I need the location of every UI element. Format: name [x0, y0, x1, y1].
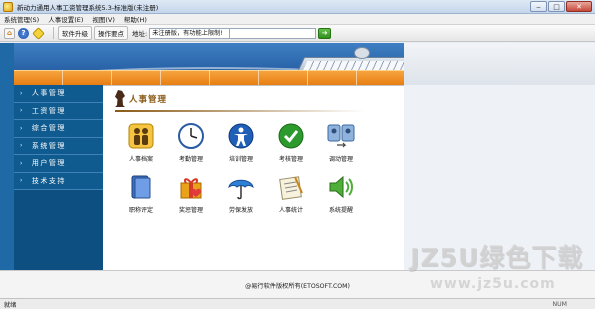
home-icon[interactable]: ⌂ — [4, 27, 15, 39]
address-input[interactable]: 未注册版，有功能上限制! — [149, 27, 231, 39]
sidebar-item-label: 系统管理 — [31, 141, 66, 150]
sidebar-item-label: 用户管理 — [31, 159, 66, 168]
main-content: 人事管理 人事档案 考勤管理 培训管理 考核管理 调动管理 职称评定 奖惩管理 … — [103, 85, 404, 270]
module-label: 人事档案 — [128, 156, 153, 163]
content-header: 人事管理 — [109, 90, 399, 112]
sidebar-item-users[interactable]: › 用户管理 — [14, 155, 103, 173]
sidebar-item-label: 人事管理 — [31, 89, 66, 98]
transfer-icon — [327, 122, 355, 150]
chevron-right-icon: › — [20, 107, 24, 115]
sidebar: › 人事管理 › 工资管理 › 综合管理 › 系统管理 › 用户管理 › 技术支持 — [14, 85, 103, 270]
menu-view[interactable]: 视图(V) — [92, 14, 115, 24]
module-label: 奖惩管理 — [178, 207, 203, 214]
person-circle-icon — [227, 122, 255, 150]
mouse-graphic — [354, 47, 370, 59]
module-statistics[interactable]: 人事统计 — [266, 173, 316, 223]
chevron-right-icon: › — [20, 177, 24, 185]
module-label: 考核管理 — [278, 156, 303, 163]
sidebar-empty-area — [14, 190, 103, 270]
menu-help[interactable]: 帮助(H) — [124, 14, 147, 24]
chevron-right-icon: › — [20, 124, 24, 132]
address-input-extension[interactable] — [230, 27, 317, 39]
menu-system[interactable]: 系统管理(S) — [4, 14, 39, 24]
module-title-evaluation[interactable]: 职称评定 — [116, 173, 166, 223]
module-rewards[interactable]: 奖惩管理 — [166, 173, 216, 223]
module-label: 系统提醒 — [328, 207, 353, 214]
window-controls: ‒ □ ✕ — [530, 1, 592, 12]
module-assessment[interactable]: 考核管理 — [266, 122, 316, 172]
title-underline — [115, 110, 365, 112]
go-arrow-icon[interactable]: ➔ — [318, 27, 332, 39]
chess-knight-icon — [115, 90, 125, 107]
people-icon — [127, 122, 155, 150]
chevron-right-icon: › — [20, 89, 24, 97]
module-labor-protection[interactable]: 劳保发放 — [216, 173, 266, 223]
sidebar-item-payroll[interactable]: › 工资管理 — [14, 103, 103, 120]
sidebar-item-label: 综合管理 — [31, 124, 66, 133]
close-button[interactable]: ✕ — [566, 1, 592, 12]
watermark-url: www.jz5u.com — [430, 276, 556, 292]
chevron-right-icon: › — [20, 159, 24, 167]
gift-heart-icon — [177, 173, 205, 201]
book-icon — [127, 173, 155, 201]
module-label: 调动管理 — [328, 156, 353, 163]
sidebar-item-label: 工资管理 — [31, 106, 66, 115]
window-title: 新动力通用人事工资管理系统5.3-标准版(未注册) — [17, 3, 159, 12]
upgrade-button[interactable]: 软件升级 — [58, 26, 92, 40]
module-label: 劳保发放 — [228, 207, 253, 214]
module-system-reminder[interactable]: 系统提醒 — [316, 173, 366, 223]
module-attendance[interactable]: 考勤管理 — [166, 122, 216, 172]
app-icon — [3, 1, 13, 12]
sidebar-item-system[interactable]: › 系统管理 — [14, 138, 103, 155]
toolbar-separator — [53, 27, 54, 39]
module-label: 职称评定 — [128, 207, 153, 214]
title-bar: 新动力通用人事工资管理系统5.3-标准版(未注册) ‒ □ ✕ — [0, 0, 595, 14]
status-text: 就绪 — [4, 301, 17, 309]
module-label: 考勤管理 — [178, 156, 203, 163]
header-banner — [14, 43, 404, 85]
maximize-button[interactable]: □ — [548, 1, 565, 12]
module-transfer[interactable]: 调动管理 — [316, 122, 366, 172]
left-frame-strip — [0, 43, 14, 270]
notepad-icon — [277, 173, 305, 201]
sidebar-item-support[interactable]: › 技术支持 — [14, 173, 103, 190]
status-bar: 就绪 NUM — [0, 298, 595, 309]
tips-button[interactable]: 操作要点 — [94, 26, 128, 40]
chevron-right-icon: › — [20, 142, 24, 150]
minimize-button[interactable]: ‒ — [530, 1, 547, 12]
toolbar: ⌂ ? 软件升级 操作要点 地址: 未注册版，有功能上限制! ➔ — [0, 25, 595, 42]
module-label: 培训管理 — [228, 156, 253, 163]
menu-bar: 系统管理(S) 人事设置(E) 视图(V) 帮助(H) — [0, 14, 595, 25]
sidebar-item-hr[interactable]: › 人事管理 — [14, 85, 103, 103]
address-label: 地址: — [132, 30, 148, 38]
num-lock-indicator: NUM — [552, 300, 568, 308]
checkmark-icon — [277, 122, 305, 150]
watermark-logo: JZ5U绿色下载 — [410, 243, 584, 272]
sidebar-item-label: 技术支持 — [31, 176, 66, 185]
module-training[interactable]: 培训管理 — [216, 122, 266, 172]
module-personnel-files[interactable]: 人事档案 — [116, 122, 166, 172]
page-title: 人事管理 — [129, 95, 168, 105]
help-icon[interactable]: ? — [18, 27, 29, 39]
module-label: 人事统计 — [278, 207, 303, 214]
umbrella-icon — [227, 173, 255, 201]
exit-icon[interactable] — [32, 26, 45, 40]
sidebar-item-general[interactable]: › 综合管理 — [14, 120, 103, 138]
clock-icon — [177, 122, 205, 150]
speaker-icon — [327, 173, 355, 201]
menu-hr-settings[interactable]: 人事设置(E) — [48, 14, 83, 24]
banner-stripes — [14, 70, 404, 85]
right-background — [404, 43, 595, 85]
